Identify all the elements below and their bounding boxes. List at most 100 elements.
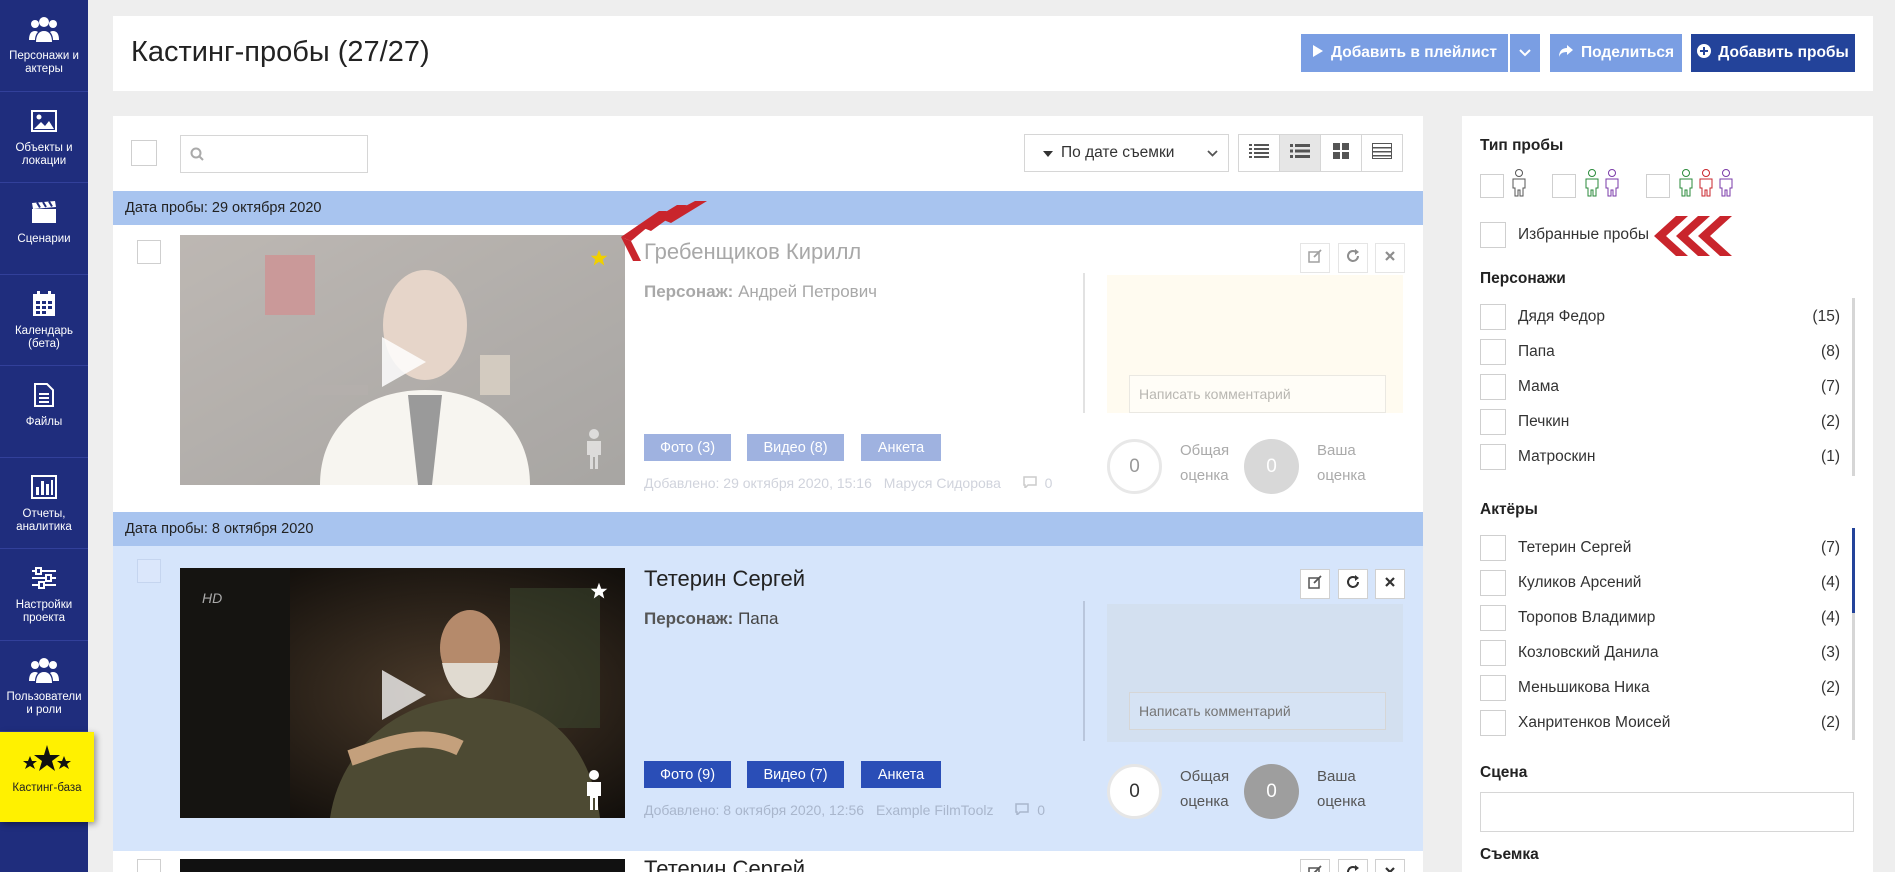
character-filter-item[interactable]: Мама (7) xyxy=(1480,374,1840,400)
actor-checkbox[interactable] xyxy=(1480,605,1506,631)
character-filter-item[interactable]: Печкин (2) xyxy=(1480,409,1840,435)
casting-test-card: HD Тетерин Сергей Персонаж: Папа Фото (9… xyxy=(113,546,1423,851)
delete-button[interactable] xyxy=(1375,243,1405,273)
playlist-dropdown-button[interactable] xyxy=(1510,34,1540,72)
favorite-star-icon[interactable] xyxy=(590,249,608,272)
sort-dropdown[interactable]: По дате съемки xyxy=(1024,134,1229,172)
page-title: Кастинг-пробы (27/27) xyxy=(131,36,430,68)
video-thumbnail[interactable]: HD xyxy=(180,568,625,818)
delete-button[interactable] xyxy=(1375,859,1405,872)
actor-checkbox[interactable] xyxy=(1480,535,1506,561)
actors-scrollbar-track[interactable] xyxy=(1852,613,1855,740)
refresh-button[interactable] xyxy=(1338,243,1368,273)
video-button[interactable]: Видео (7) xyxy=(747,761,844,788)
actor-count: (4) xyxy=(1821,609,1840,626)
actor-name[interactable]: Тетерин Сергей xyxy=(644,856,805,872)
added-info: Добавлено: 29 октября 2020, 15:16 Маруся… xyxy=(644,475,1052,491)
select-all-checkbox[interactable] xyxy=(131,140,157,166)
sidebar-item-casting-base[interactable]: Кастинг-база xyxy=(0,732,94,822)
your-score[interactable]: 0 xyxy=(1244,439,1299,494)
test-type-group-checkbox[interactable] xyxy=(1646,173,1670,198)
scene-input[interactable] xyxy=(1480,792,1854,832)
refresh-button[interactable] xyxy=(1338,569,1368,599)
actor-filter-item[interactable]: Козловский Данила (3) xyxy=(1480,640,1840,666)
people-icon xyxy=(29,14,59,44)
actors-scrollbar-thumb[interactable] xyxy=(1852,528,1855,613)
photo-button[interactable]: Фото (3) xyxy=(644,434,731,461)
test-type-pair-checkbox[interactable] xyxy=(1552,173,1576,198)
character-checkbox[interactable] xyxy=(1480,339,1506,365)
video-button[interactable]: Видео (8) xyxy=(747,434,844,461)
actor-checkbox[interactable] xyxy=(1480,640,1506,666)
character-filter-item[interactable]: Дядя Федор (15) xyxy=(1480,304,1840,330)
sidebar-item-objects[interactable]: Объекты и локации xyxy=(0,92,88,183)
character-checkbox[interactable] xyxy=(1480,409,1506,435)
photo-button[interactable]: Фото (9) xyxy=(644,761,731,788)
comment-input[interactable] xyxy=(1129,375,1386,413)
sidebar-item-files[interactable]: Файлы xyxy=(0,366,88,458)
character-label: Персонаж: xyxy=(644,609,734,628)
actor-checkbox[interactable] xyxy=(1480,710,1506,736)
favorite-star-icon[interactable] xyxy=(590,582,608,605)
grid-icon xyxy=(1333,142,1349,164)
character-filter-item[interactable]: Матроскин (1) xyxy=(1480,444,1840,470)
sidebar-item-calendar[interactable]: Календарь (бета) xyxy=(0,275,88,366)
video-thumbnail[interactable] xyxy=(180,859,625,872)
actor-filter-item[interactable]: Куликов Арсений (4) xyxy=(1480,570,1840,596)
sidebar-item-settings[interactable]: Настройки проекта xyxy=(0,549,88,641)
add-to-playlist-button[interactable]: Добавить в плейлист xyxy=(1301,34,1508,72)
share-button[interactable]: Поделиться xyxy=(1550,34,1682,72)
search-input[interactable] xyxy=(180,135,368,173)
list-compact-icon xyxy=(1249,143,1269,164)
sidebar-item-reports[interactable]: Отчеты, аналитика xyxy=(0,458,88,549)
add-tests-button[interactable]: Добавить пробы xyxy=(1691,34,1855,72)
view-grid-button[interactable] xyxy=(1320,134,1362,172)
character-name: Матроскин xyxy=(1518,448,1596,465)
character-checkbox[interactable] xyxy=(1480,444,1506,470)
sidebar-item-label: Файлы xyxy=(25,416,63,428)
group-people-icon xyxy=(1676,169,1736,202)
character-checkbox[interactable] xyxy=(1480,304,1506,330)
sidebar-item-users[interactable]: Пользователи и роли xyxy=(0,641,88,732)
actor-filter-item[interactable]: Ханритенков Моисей (2) xyxy=(1480,710,1840,736)
test-type-single-checkbox[interactable] xyxy=(1480,173,1504,198)
character-count: (1) xyxy=(1821,448,1840,465)
play-icon xyxy=(378,335,428,394)
refresh-button[interactable] xyxy=(1338,859,1368,872)
delete-button[interactable] xyxy=(1375,569,1405,599)
added-info: Добавлено: 8 октября 2020, 12:56 Example… xyxy=(644,802,1045,818)
your-score[interactable]: 0 xyxy=(1244,764,1299,819)
character-filter-item[interactable]: Папа (8) xyxy=(1480,339,1840,365)
file-icon xyxy=(29,380,59,410)
sidebar: Персонажи и актеры Объекты и локации Сце… xyxy=(0,0,94,872)
comment-count: 0 xyxy=(1037,802,1046,818)
form-button[interactable]: Анкета xyxy=(861,434,941,461)
characters-scrollbar[interactable] xyxy=(1852,298,1855,476)
view-table-button[interactable] xyxy=(1361,134,1403,172)
actor-name[interactable]: Гребенщиков Кирилл xyxy=(644,239,861,265)
edit-button[interactable] xyxy=(1300,569,1330,599)
form-button[interactable]: Анкета xyxy=(861,761,941,788)
character-checkbox[interactable] xyxy=(1480,374,1506,400)
actor-checkbox[interactable] xyxy=(1480,675,1506,701)
card-checkbox[interactable] xyxy=(137,859,161,872)
card-checkbox[interactable] xyxy=(137,559,161,583)
favorites-checkbox[interactable] xyxy=(1480,222,1506,248)
character-name: Папа xyxy=(1518,343,1555,360)
video-thumbnail[interactable] xyxy=(180,235,625,485)
sidebar-item-characters[interactable]: Персонажи и актеры xyxy=(0,0,88,92)
added-date: Добавлено: 29 октября 2020, 15:16 xyxy=(644,475,872,491)
sidebar-item-scripts[interactable]: Сценарии xyxy=(0,183,88,275)
actor-filter-item[interactable]: Меньшикова Ника (2) xyxy=(1480,675,1840,701)
edit-button[interactable] xyxy=(1300,243,1330,273)
card-checkbox[interactable] xyxy=(137,240,161,264)
actor-filter-item[interactable]: Тетерин Сергей (7) xyxy=(1480,535,1840,561)
actor-filter-item[interactable]: Торопов Владимир (4) xyxy=(1480,605,1840,631)
shooting-title: Съемка xyxy=(1480,846,1539,863)
comment-input[interactable] xyxy=(1129,692,1386,730)
actor-checkbox[interactable] xyxy=(1480,570,1506,596)
view-list-button[interactable] xyxy=(1279,134,1321,172)
view-compact-list-button[interactable] xyxy=(1238,134,1280,172)
edit-button[interactable] xyxy=(1300,859,1330,872)
actor-name[interactable]: Тетерин Сергей xyxy=(644,566,805,592)
